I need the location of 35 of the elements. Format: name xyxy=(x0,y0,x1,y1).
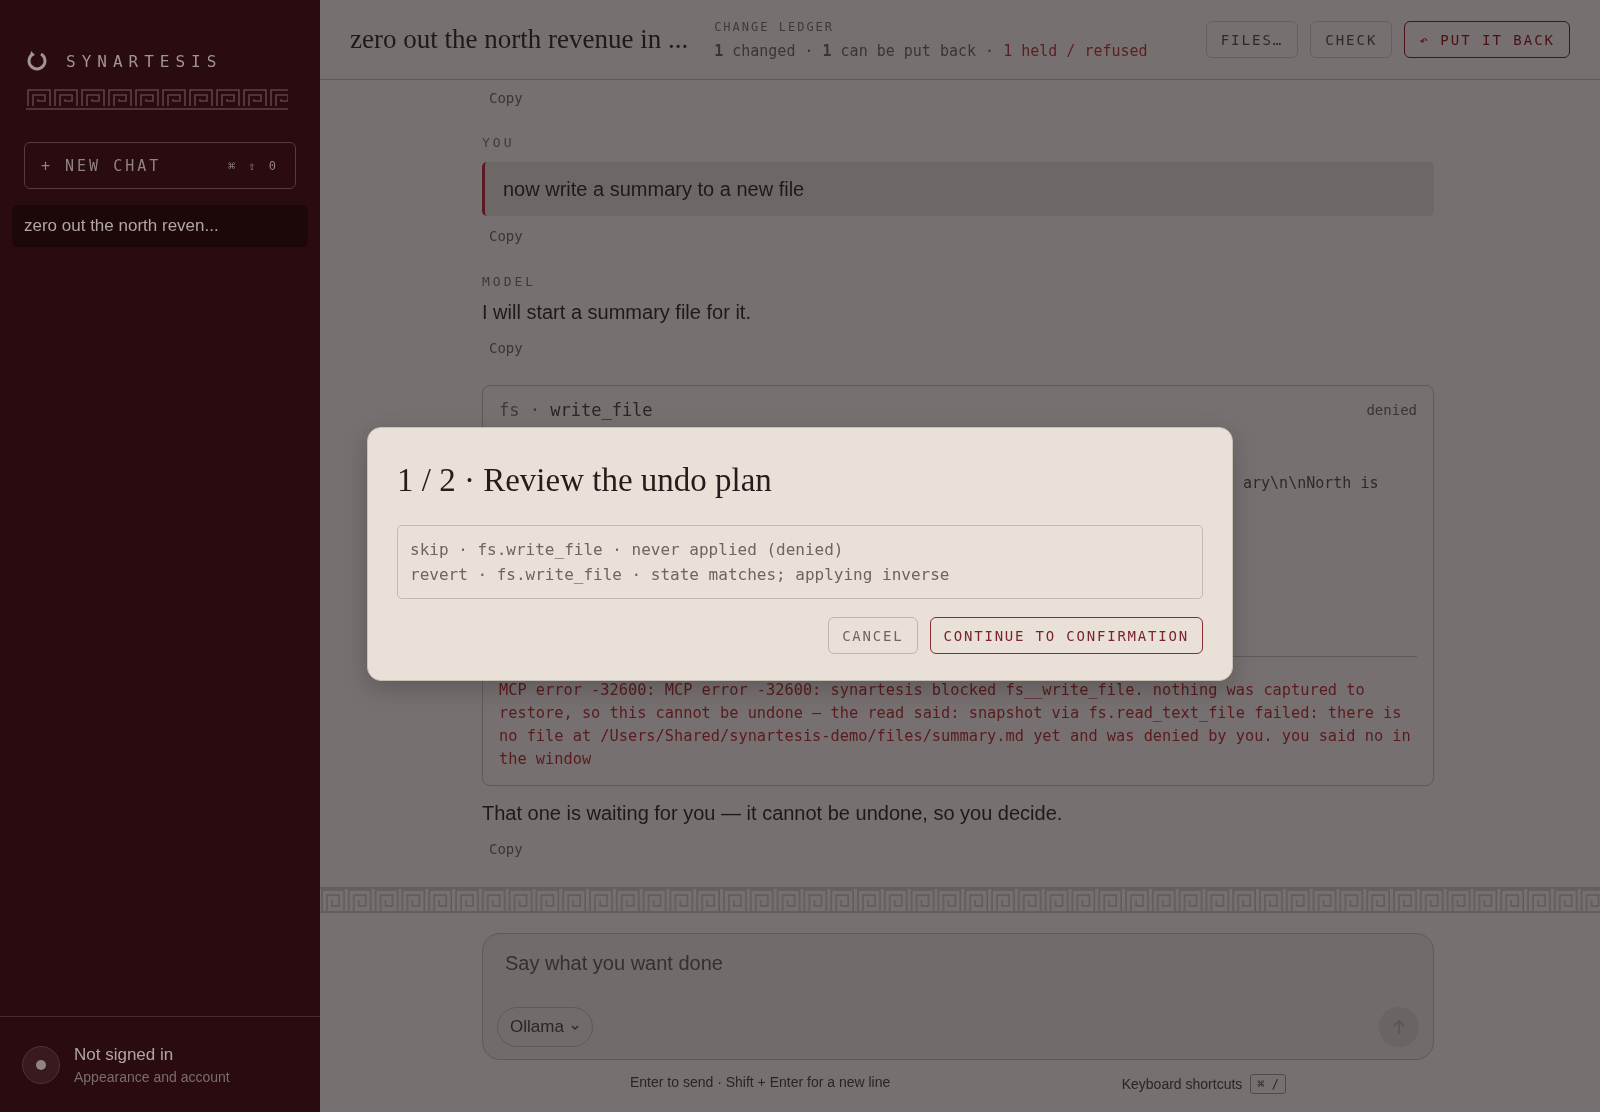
model-message: I will start a summary file for it. xyxy=(482,300,752,324)
new-chat-button[interactable]: + NEW CHAT ⌘ ⇧ 0 xyxy=(24,142,296,189)
shortcuts-link[interactable]: Keyboard shortcuts xyxy=(1121,1076,1243,1092)
account-name: Not signed in xyxy=(74,1044,175,1065)
put-back-button[interactable]: ↶ PUT IT BACK xyxy=(1404,21,1570,58)
ledger-summary: 1 changed · 1 can be put back · xyxy=(714,41,995,60)
shortcut-hint: ⌘ ⇧ 0 xyxy=(227,158,279,173)
tool-name: fs · write_file xyxy=(499,400,653,421)
copy-button[interactable]: Copy xyxy=(482,337,530,358)
chat-item[interactable]: zero out the north reven... xyxy=(12,205,308,247)
copy-button[interactable]: Copy xyxy=(482,87,530,108)
plan-step: skip · fs.write_file · never applied (denied) xyxy=(410,540,1190,559)
model-message: That one is waiting for you — it cannot be undone, so you decide. xyxy=(482,802,1064,826)
held-count: 1 held / refused xyxy=(1003,41,1148,60)
header-button[interactable]: FILES… xyxy=(1205,21,1299,58)
dialog-title: 1 / 2 · Review the undo plan xyxy=(397,462,773,499)
send-hint: Enter to send · Shift + Enter for a new line xyxy=(630,1074,891,1092)
shortcut-key: ⌘ / xyxy=(1250,1074,1286,1094)
chat-title: zero out the north revenue in ... xyxy=(350,24,689,55)
user-message: now write a summary to a new file xyxy=(482,162,1434,217)
avatar-icon[interactable] xyxy=(22,1045,60,1084)
chevron-down-icon xyxy=(569,1023,580,1031)
logo-icon xyxy=(26,50,48,72)
plan-step: revert · fs.write_file · state matches; applying inverse xyxy=(410,565,1190,584)
cancel-button[interactable]: CANCEL xyxy=(828,617,918,654)
header-button[interactable]: CHECK xyxy=(1310,21,1393,58)
error-message: MCP error -32600: MCP error -32600: synartesis blocked fs__write_file. nothing was captured to restore, so this cannot be undone — the read said: snapshot via fs.read_text_file failed: there is no file at /Users/Shared/synartesis-demo/files/summary.md yet and was denied by you. you said no in the window xyxy=(499,680,1412,771)
message-input[interactable]: Say what you want done xyxy=(497,952,1419,975)
brand-name: SYNARTESIS xyxy=(66,51,223,71)
tool-status: denied xyxy=(1366,402,1417,419)
copy-button[interactable]: Copy xyxy=(482,226,530,246)
copy-button[interactable]: Copy xyxy=(482,839,530,859)
continue-button[interactable]: CONTINUE TO CONFIRMATION xyxy=(929,617,1203,654)
account-subtitle[interactable]: Appearance and account xyxy=(74,1068,230,1085)
tool-arguments: ary\n\nNorth is xyxy=(1243,474,1380,493)
